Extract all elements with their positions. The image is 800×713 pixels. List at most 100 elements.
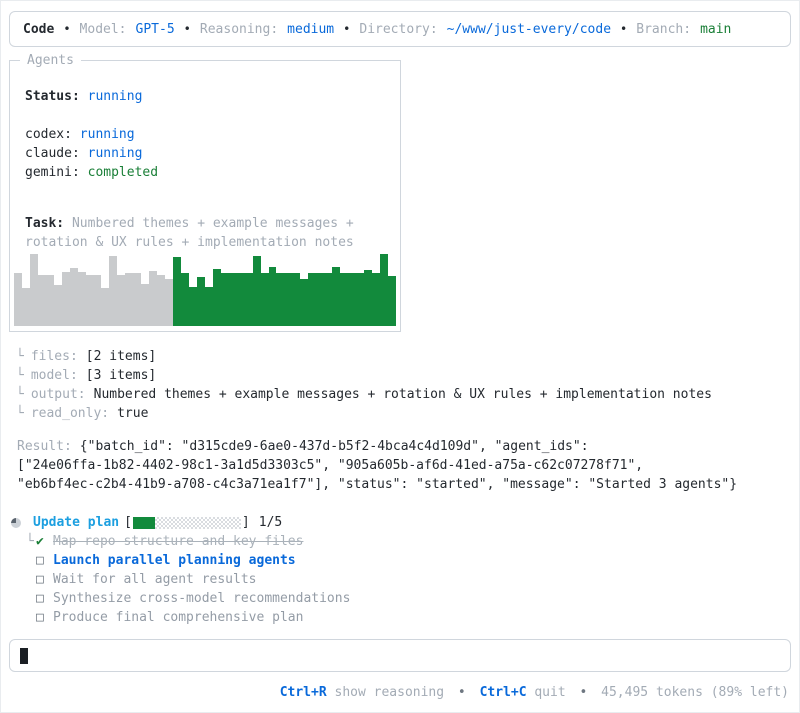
activity-bar (133, 273, 142, 326)
plan-item-label: Map repo structure and key files (53, 534, 304, 549)
plan-item: └ ✔ Map repo structure and key files (26, 532, 799, 551)
activity-bar (77, 271, 86, 326)
activity-bar (141, 283, 150, 326)
activity-bar (371, 273, 380, 326)
model-label: Model: (79, 21, 127, 37)
tree-branch-glyph: └ (26, 534, 34, 549)
tree-branch-glyph: └ (16, 387, 24, 402)
tree-branch-glyph: └ (16, 368, 24, 383)
checkbox-icon: □ (36, 610, 44, 625)
progress-close-bracket: ] (241, 515, 250, 530)
activity-bar (348, 273, 356, 326)
plan-item-label: Launch parallel planning agents (53, 553, 296, 568)
branch-value: main (700, 21, 732, 37)
reasoning-value: medium (287, 21, 335, 37)
activity-bar (85, 274, 94, 326)
checkbox-icon: □ (36, 572, 44, 587)
activity-bar (292, 273, 301, 326)
plan-items: └ ✔ Map repo structure and key files □ Launc… (26, 532, 799, 627)
plan-item-label: Wait for all agent results (53, 572, 257, 587)
result-label: Result: (17, 439, 72, 454)
result-json-line1: {"batch_id": "d315cde9-6ae0-437d-b5f2-4b… (79, 439, 589, 454)
arg-key: read_only: (30, 406, 110, 421)
activity-bar (220, 273, 229, 326)
agent-row: claude: running (10, 144, 400, 163)
progress-bar (132, 516, 241, 529)
plan-item-label: Produce final comprehensive plan (53, 610, 304, 625)
activity-bar (125, 273, 134, 326)
progress-fill (132, 516, 155, 529)
agent-row: codex: running (10, 125, 400, 144)
arg-row: └ read_only: true (16, 404, 799, 423)
app-name: Code (23, 21, 55, 37)
arg-row: └ model: [3 items] (16, 366, 799, 385)
activity-bar (379, 254, 388, 326)
composer-input[interactable] (9, 639, 791, 672)
activity-bar (244, 273, 253, 326)
arg-value: [2 items] (85, 349, 157, 364)
activity-bar (61, 271, 70, 326)
activity-bar (212, 269, 221, 326)
footer-hints: Ctrl+R show reasoning • Ctrl+C quit • 45… (11, 683, 789, 702)
activity-bar (157, 274, 166, 326)
activity-bar (109, 255, 118, 326)
progress-remainder (154, 516, 241, 529)
activity-bar (324, 273, 333, 326)
activity-bar (387, 276, 396, 326)
plan-item: □ Wait for all agent results (26, 570, 799, 589)
agent-name: claude: (25, 146, 88, 161)
activity-bar (340, 273, 349, 326)
shortcut-ctrl-r-label: show reasoning (334, 685, 445, 700)
activity-bar (101, 288, 110, 326)
bullet-separator: • (457, 685, 466, 700)
shortcut-ctrl-c: Ctrl+C (479, 685, 527, 700)
task-text: Numbered themes + example messages + rot… (25, 216, 354, 250)
arg-value: Numbered themes + example messages + rot… (93, 387, 712, 402)
bullet-separator: • (579, 685, 588, 700)
tree-branch-glyph: └ (16, 349, 24, 364)
arg-value: true (117, 406, 149, 421)
plan-panel: Update plan [ ] 1/5 └ ✔ Map repo structure… (1, 513, 799, 627)
activity-bar (21, 288, 30, 326)
plan-title: Update plan (33, 515, 120, 530)
result-json-line3: "eb6bf4ec-c2b4-41b9-a708-c4c3a71ea1f7"],… (17, 477, 738, 492)
arg-key: model: (30, 368, 78, 383)
agent-state: running (87, 146, 143, 161)
shortcut-ctrl-c-label: quit (534, 685, 566, 700)
activity-bar (29, 254, 38, 326)
activity-bar (53, 285, 62, 326)
activity-bar (204, 286, 213, 326)
status-label: Status: (25, 89, 80, 104)
result-line: Result: {"batch_id": "d315cde9-6ae0-437d-… (17, 437, 783, 456)
activity-bar (236, 273, 245, 326)
directory-value: ~/www/just-every/code (446, 21, 612, 37)
agent-rows: codex: running claude: running gemini: com… (10, 125, 400, 182)
activity-bar (188, 286, 197, 326)
activity-bar (316, 273, 325, 326)
activity-bar (252, 255, 261, 326)
progress-count: 1/5 (258, 515, 283, 530)
reasoning-label: Reasoning: (199, 21, 279, 37)
activity-bar (173, 256, 182, 326)
checkbox-icon: □ (36, 553, 44, 568)
arg-key: files: (30, 349, 78, 364)
activity-bar (363, 269, 372, 326)
agents-status-row: Status: running (10, 87, 400, 106)
result-json-line2: ["24e06ffa-1b82-4402-98c1-3a1d5d3303c5",… (17, 458, 644, 473)
activity-bar (300, 278, 309, 326)
activity-bar (165, 279, 174, 326)
activity-bar (268, 266, 277, 326)
activity-bar (276, 273, 285, 326)
tokens-left: 45,495 tokens (89% left) (601, 685, 789, 700)
activity-bar (181, 273, 189, 326)
tree-branch-glyph: └ (16, 406, 24, 421)
bullet-separator: • (183, 21, 191, 36)
plan-item: □ Launch parallel planning agents (26, 551, 799, 570)
bullet-separator: • (343, 21, 351, 36)
branch-label: Branch: (636, 21, 692, 37)
bullet-separator: • (620, 21, 628, 36)
task-label: Task: (25, 216, 65, 231)
agent-row: gemini: completed (10, 163, 400, 182)
activity-bar (228, 273, 237, 326)
text-cursor (20, 648, 28, 664)
